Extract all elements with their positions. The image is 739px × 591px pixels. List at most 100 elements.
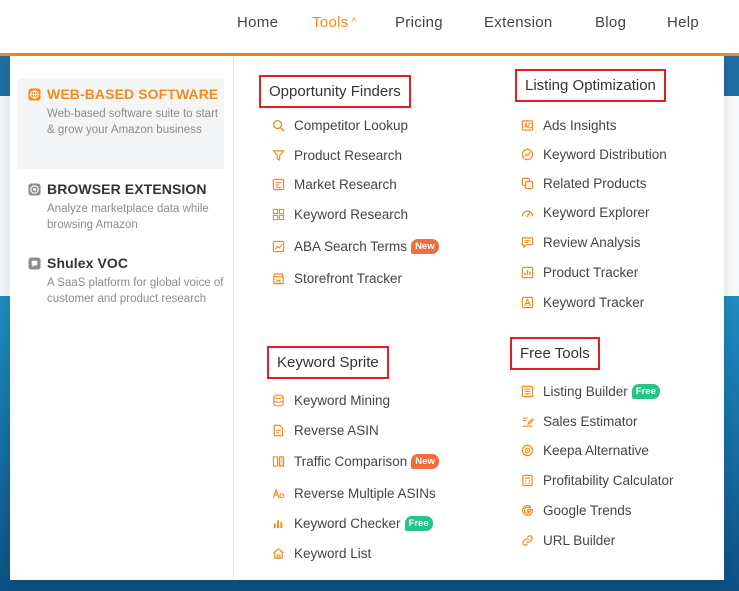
explorer-icon [521,210,534,218]
link-storefront-tracker[interactable]: Storefront Tracker [272,271,402,286]
link-label: Product Tracker [543,265,639,280]
link-review-analysis[interactable]: Review Analysis [521,235,641,250]
new-badge: New [411,454,439,469]
link-google-trends[interactable]: Google Trends [521,503,632,518]
filter-icon [272,150,285,161]
link-label: Storefront Tracker [294,271,403,286]
top-navigation: Home Tools ^ Pricing Extension Blog Help [0,0,739,56]
grid-icon [272,208,285,221]
link-label: Related Products [543,176,647,191]
product-category-column: WEB-BASED SOFTWARE Web-based software su… [10,56,234,580]
copy-icon [521,177,534,190]
edit-icon [522,417,534,427]
link-label: Sales Estimator [543,414,638,429]
link-reverse-asin[interactable]: Reverse ASIN [272,423,379,438]
category-voc-description: A SaaS platform for global voice of cust… [47,277,224,305]
category-voc-title: Shulex VOC [47,255,129,271]
link-product-research[interactable]: Product Research [272,148,402,163]
tracker-icon [521,296,534,309]
link-traffic-comparison[interactable]: Traffic Comparison New [272,454,439,469]
link-competitor-lookup[interactable]: Competitor Lookup [272,118,408,133]
free-badge: Free [631,384,660,399]
home-icon [273,548,284,559]
section-opportunity-finders: Opportunity Finders [259,75,411,108]
link-keyword-mining[interactable]: Keyword Mining [272,393,390,408]
link-label: Traffic Comparison [294,454,408,469]
section-keyword-sprite: Keyword Sprite [267,346,389,379]
nav-blog[interactable]: Blog [595,14,626,31]
nav-pricing[interactable]: Pricing [395,14,443,31]
nav-home[interactable]: Home [237,14,278,31]
link-label: Ads Insights [543,118,617,133]
bar-chart-icon [521,266,534,279]
link-label: Reverse ASIN [294,423,379,438]
link-ads-insights[interactable]: Ads Insights [521,118,617,133]
link-profitability-calculator[interactable]: Profitability Calculator [521,473,674,488]
store-icon [273,273,284,285]
link-keyword-explorer[interactable]: Keyword Explorer [521,205,650,220]
ads-icon [521,120,534,131]
tools-mega-menu: WEB-BASED SOFTWARE Web-based software su… [10,56,724,580]
link-keyword-tracker[interactable]: Keyword Tracker [521,295,644,310]
columns-icon [272,456,285,467]
comment-icon [521,237,534,248]
link-icon [522,535,533,546]
link-label: Keyword Checker [294,516,401,531]
nav-tools-label: Tools [312,14,349,31]
link-label: Review Analysis [543,235,641,250]
free-badge: Free [404,516,433,531]
category-browser-description: Analyze marketplace data while browsing … [47,203,209,231]
link-label: Google Trends [543,503,632,518]
link-label: Product Research [294,148,403,163]
link-label: Profitability Calculator [543,473,674,488]
link-label: Market Research [294,177,397,192]
category-browser-extension[interactable]: BROWSER EXTENSION Analyze marketplace da… [18,173,224,233]
link-label: Reverse Multiple ASINs [294,486,436,501]
database-icon [273,394,284,407]
link-keyword-research[interactable]: Keyword Research [272,207,408,222]
globe-icon [28,87,41,101]
new-badge: New [411,239,439,254]
distribution-icon [521,148,534,161]
search-icon [273,120,285,132]
section-listing-optimization: Listing Optimization [515,69,666,102]
link-label: Competitor Lookup [294,118,409,133]
link-label: Keyword Mining [294,393,391,408]
link-sales-estimator[interactable]: Sales Estimator [521,414,638,429]
section-free-tools: Free Tools [510,337,600,370]
letters-icon [272,487,285,499]
calculator-icon [522,474,533,487]
link-keyword-list[interactable]: Keyword List [272,546,371,561]
link-related-products[interactable]: Related Products [521,176,647,191]
link-aba-search-terms[interactable]: ABA Search Terms New [272,239,439,254]
link-keyword-distribution[interactable]: Keyword Distribution [521,147,667,162]
chevron-up-icon: ^ [351,17,357,28]
link-keepa-alternative[interactable]: Keepa Alternative [521,443,649,458]
link-product-tracker[interactable]: Product Tracker [521,265,638,280]
link-keyword-checker[interactable]: Keyword Checker Free [272,516,433,531]
link-label: Keyword List [294,546,372,561]
document-icon [273,424,284,437]
checker-icon [273,520,283,529]
link-label: Keyword Tracker [543,295,645,310]
link-reverse-multiple-asins[interactable]: Reverse Multiple ASINs [272,486,436,501]
category-web-based-software[interactable]: WEB-BASED SOFTWARE Web-based software su… [18,78,224,169]
link-label: Listing Builder [543,384,628,399]
market-icon [272,178,285,191]
google-icon [522,504,534,516]
nav-help[interactable]: Help [667,14,699,31]
link-market-research[interactable]: Market Research [272,177,397,192]
background-screenshot-right [724,96,739,296]
link-label: Keyword Explorer [543,205,650,220]
link-label: Keyword Research [294,207,409,222]
link-url-builder[interactable]: URL Builder [521,533,615,548]
chart-icon [272,240,285,253]
nav-extension[interactable]: Extension [484,14,553,31]
category-shulex-voc[interactable]: Shulex VOC A SaaS platform for global vo… [18,247,224,307]
link-label: URL Builder [543,533,616,548]
category-web-description: Web-based software suite to start & grow… [47,108,219,136]
link-label: ABA Search Terms [294,239,408,254]
category-browser-title: BROWSER EXTENSION [47,181,207,197]
link-listing-builder[interactable]: Listing Builder Free [521,384,660,399]
nav-tools[interactable]: Tools ^ [312,14,357,31]
